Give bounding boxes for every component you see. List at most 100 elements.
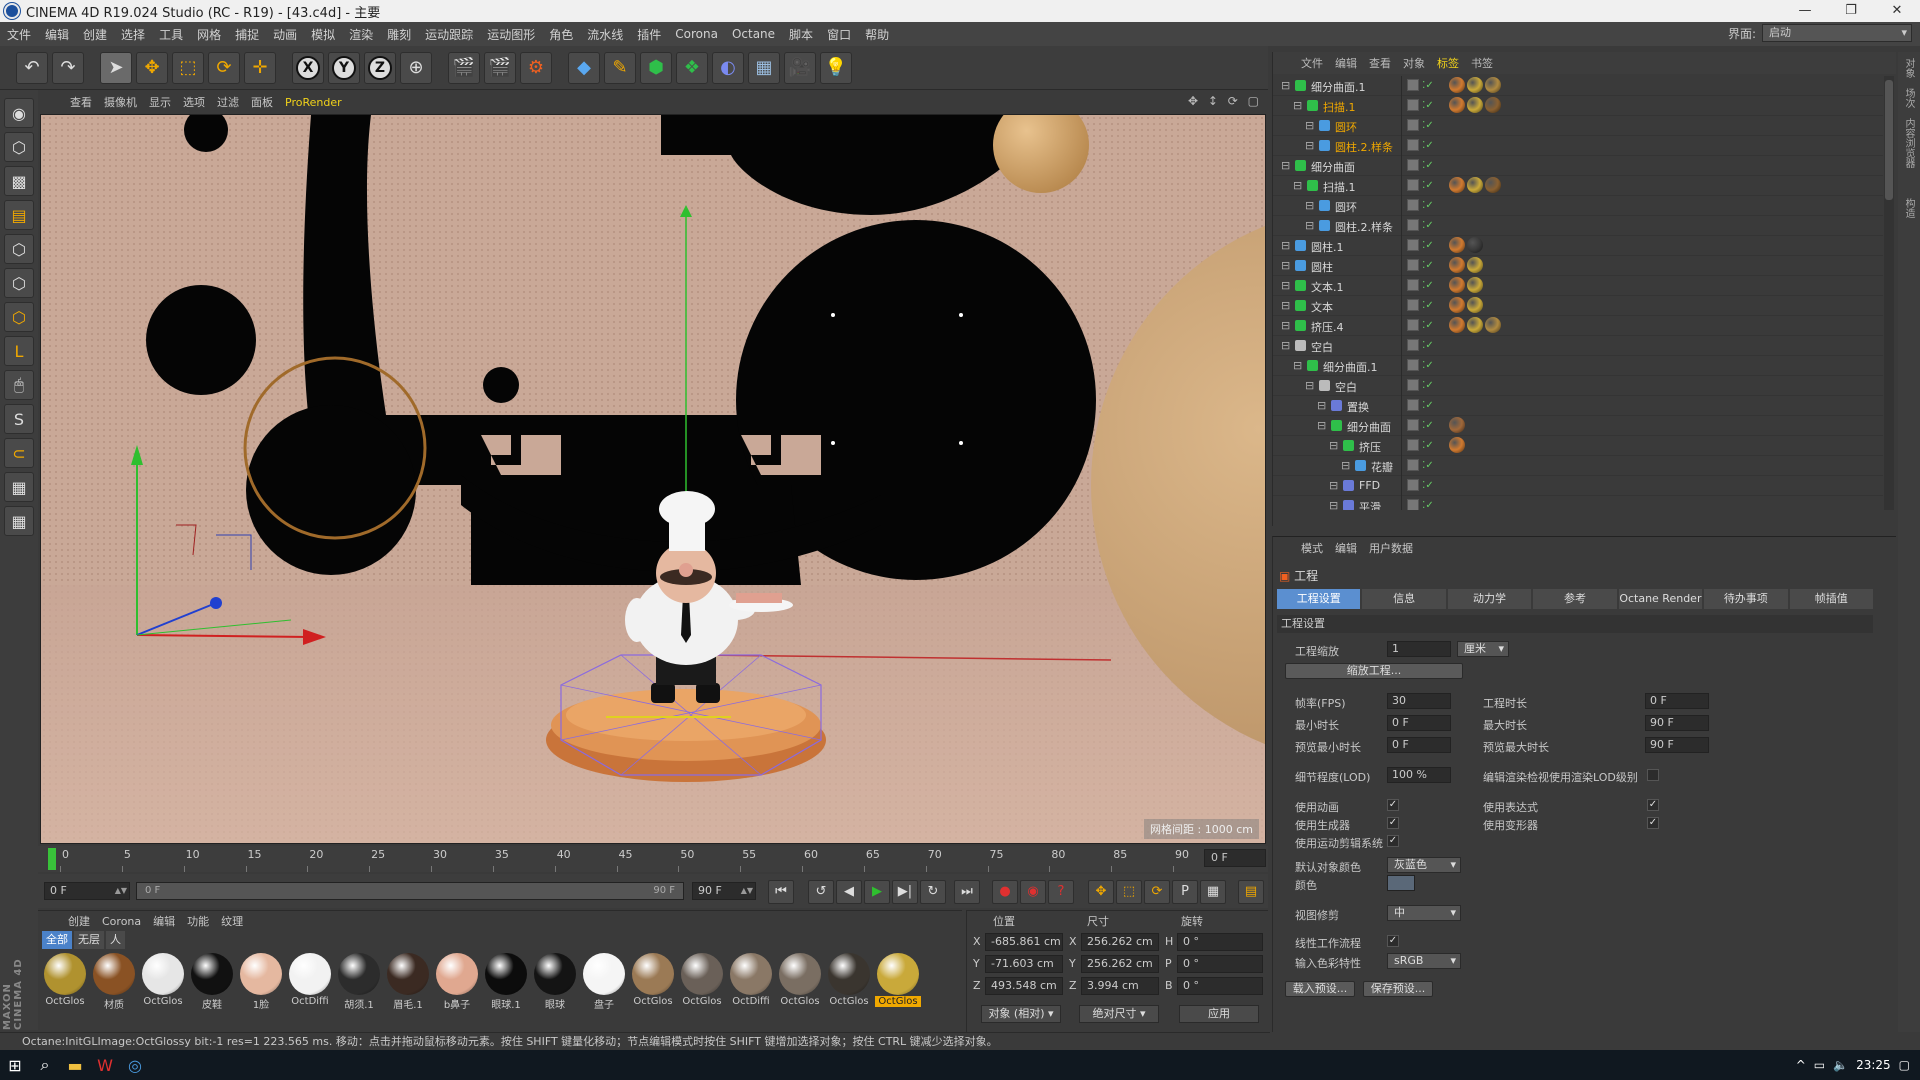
material-tag-icon[interactable] [1449, 417, 1465, 433]
object-visibility-flags[interactable]: ⁚✓ [1407, 339, 1443, 353]
move-tool-icon[interactable]: ✥ [136, 51, 168, 84]
render-picture-viewer-icon[interactable]: 🎬 [484, 51, 516, 84]
material-tag-icon[interactable] [1449, 177, 1465, 193]
use-expressions-checkbox[interactable]: ✓ [1647, 799, 1659, 811]
menu-item[interactable]: 模拟 [304, 26, 342, 43]
size-field[interactable]: 3.994 cm [1081, 977, 1159, 995]
visibility-dots-icon[interactable]: ⁚✓ [1419, 300, 1434, 311]
lod-field[interactable]: 100 % [1387, 767, 1451, 783]
layer-color-box[interactable] [1407, 219, 1419, 231]
material-swatch[interactable]: OctGlos [679, 953, 725, 1011]
viewport-menu-item[interactable]: 面板 [245, 94, 279, 110]
points-mode-icon[interactable]: ⬡ [4, 234, 34, 264]
size-mode-dropdown[interactable]: 绝对尺寸 ▾ [1079, 1005, 1159, 1023]
object-name[interactable]: 圆环 [1335, 119, 1357, 135]
layer-color-box[interactable] [1407, 379, 1419, 391]
key-scale-icon[interactable]: ⬚ [1116, 880, 1142, 904]
expand-toggle-icon[interactable]: ⊟ [1305, 379, 1314, 392]
object-name[interactable]: 扫描.1 [1323, 179, 1356, 195]
magnet-icon[interactable]: ⊂ [4, 438, 34, 468]
object-name[interactable]: 扫描.1 [1323, 99, 1356, 115]
rotation-field[interactable]: 0 ° [1177, 933, 1263, 951]
grid-snap-icon[interactable]: ▦ [4, 506, 34, 536]
timeline-playhead[interactable] [48, 848, 56, 870]
menu-item[interactable]: 脚本 [782, 26, 820, 43]
object-visibility-flags[interactable]: ⁚✓ [1407, 279, 1443, 293]
visibility-dots-icon[interactable]: ⁚✓ [1419, 320, 1434, 331]
max-time-field[interactable]: 90 F [1645, 715, 1709, 731]
viewport-menu-item[interactable]: 选项 [177, 94, 211, 110]
menu-item[interactable]: 运动跟踪 [418, 26, 480, 43]
object-name[interactable]: 挤压 [1359, 439, 1381, 455]
layer-color-box[interactable] [1407, 459, 1419, 471]
object-row[interactable]: ⊟ 文本 ⁚✓ [1273, 296, 1883, 316]
expand-toggle-icon[interactable]: ⊟ [1293, 99, 1302, 112]
material-tag-icon[interactable] [1449, 97, 1465, 113]
object-visibility-flags[interactable]: ⁚✓ [1407, 259, 1443, 273]
layer-color-box[interactable] [1407, 259, 1419, 271]
size-field[interactable]: 256.262 cm [1081, 933, 1159, 951]
visibility-dots-icon[interactable]: ⁚✓ [1419, 200, 1434, 211]
object-visibility-flags[interactable]: ⁚✓ [1407, 219, 1443, 233]
visibility-dots-icon[interactable]: ⁚✓ [1419, 480, 1434, 491]
material-swatch[interactable]: OctGlos [140, 953, 186, 1011]
object-manager-menu-item[interactable]: 编辑 [1329, 55, 1363, 71]
project-scale-field[interactable]: 1 [1387, 641, 1451, 657]
visibility-dots-icon[interactable]: ⁚✓ [1419, 360, 1434, 371]
menu-item[interactable]: Corona [668, 27, 725, 41]
object-name[interactable]: 置换 [1347, 399, 1369, 415]
layer-color-box[interactable] [1407, 399, 1419, 411]
keyframe-selection-icon[interactable]: ? [1048, 880, 1074, 904]
color-swatch[interactable] [1387, 875, 1415, 891]
material-tag-icon[interactable] [1467, 97, 1483, 113]
wps-office-icon[interactable]: W [90, 1056, 120, 1075]
object-name[interactable]: 圆柱.2.样条 [1335, 219, 1393, 235]
object-name[interactable]: 平滑 [1359, 499, 1381, 510]
material-swatch[interactable]: OctDiffi [287, 953, 333, 1011]
apply-button[interactable]: 应用 [1179, 1005, 1259, 1023]
layer-color-box[interactable] [1407, 239, 1419, 251]
axis-mode-icon[interactable]: L [4, 336, 34, 366]
material-menu-item[interactable]: Corona [96, 915, 147, 928]
layer-color-box[interactable] [1407, 419, 1419, 431]
maximize-button[interactable]: ❐ [1828, 0, 1874, 22]
material-tag-icon[interactable] [1449, 237, 1465, 253]
object-row[interactable]: ⊟ 花瓣 ⁚✓ [1273, 456, 1883, 476]
visibility-dots-icon[interactable]: ⁚✓ [1419, 440, 1434, 451]
object-visibility-flags[interactable]: ⁚✓ [1407, 479, 1443, 493]
minimize-button[interactable]: — [1782, 0, 1828, 22]
use-animation-checkbox[interactable]: ✓ [1387, 799, 1399, 811]
rotation-field[interactable]: 0 ° [1177, 955, 1263, 973]
visibility-dots-icon[interactable]: ⁚✓ [1419, 240, 1434, 251]
visibility-dots-icon[interactable]: ⁚✓ [1419, 160, 1434, 171]
layer-color-box[interactable] [1407, 439, 1419, 451]
object-row[interactable]: ⊟ 扫描.1 ⁚✓ [1273, 96, 1883, 116]
layer-color-box[interactable] [1407, 499, 1419, 510]
cloner-icon[interactable]: ❖ [676, 51, 708, 84]
material-swatch[interactable]: 胡须.1 [336, 953, 382, 1011]
menu-item[interactable]: 雕刻 [380, 26, 418, 43]
menu-item[interactable]: 编辑 [38, 26, 76, 43]
object-name[interactable]: 圆柱 [1311, 259, 1333, 275]
attribute-tab[interactable]: 工程设置 [1277, 589, 1361, 609]
layer-color-box[interactable] [1407, 199, 1419, 211]
expand-toggle-icon[interactable]: ⊟ [1293, 179, 1302, 192]
visibility-dots-icon[interactable]: ⁚✓ [1419, 280, 1434, 291]
go-to-start-icon[interactable]: ⏮ [768, 880, 794, 904]
input-color-profile-dropdown[interactable]: sRGB [1387, 953, 1461, 969]
record-keys-icon[interactable]: ● [992, 880, 1018, 904]
attribute-tab[interactable]: 动力学 [1447, 589, 1532, 609]
y-axis-lock-icon[interactable]: Y [328, 51, 360, 84]
scale-project-button[interactable]: 缩放工程... [1285, 663, 1463, 679]
frame-ruler[interactable]: 0 5 10 15 20 25 30 35 40 45 50 55 60 65 70 75 80 85 90 [50, 846, 1200, 872]
object-visibility-flags[interactable]: ⁚✓ [1407, 199, 1443, 213]
tweak-mode-icon[interactable]: 🖱 [4, 370, 34, 400]
material-swatch[interactable]: 眼球 [532, 953, 578, 1011]
model-mode-icon[interactable]: ⬡ [4, 132, 34, 162]
layer-color-box[interactable] [1407, 299, 1419, 311]
position-field[interactable]: -685.861 cm [985, 933, 1063, 951]
visibility-dots-icon[interactable]: ⁚✓ [1419, 500, 1434, 510]
linear-workflow-checkbox[interactable]: ✓ [1387, 935, 1399, 947]
visibility-dots-icon[interactable]: ⁚✓ [1419, 380, 1434, 391]
rotate-tool-icon[interactable]: ⟳ [208, 51, 240, 84]
